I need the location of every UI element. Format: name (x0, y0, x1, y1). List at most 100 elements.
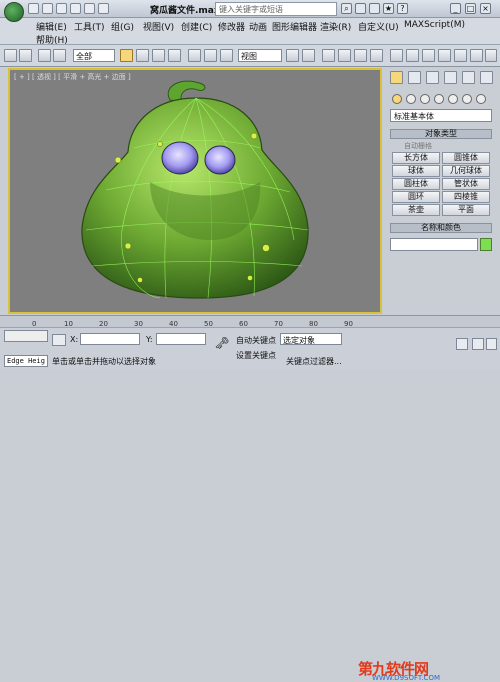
menu-maxscript[interactable]: MAXScript(M) (404, 20, 465, 30)
help-icon[interactable]: ? (397, 3, 408, 14)
right-eye (204, 145, 236, 175)
sphere-button[interactable]: 球体 (392, 165, 440, 177)
teapot-button[interactable]: 茶壶 (392, 204, 440, 216)
shapes-icon[interactable] (406, 94, 416, 104)
spinner-snap-icon[interactable] (370, 49, 383, 62)
tube-button[interactable]: 管状体 (442, 178, 490, 190)
edge-height-field[interactable]: Edge Heig (4, 355, 48, 367)
angle-snap-icon[interactable] (338, 49, 351, 62)
y-coordinate-input[interactable] (156, 333, 206, 345)
window-crossing-icon[interactable] (168, 49, 181, 62)
space-warps-icon[interactable] (462, 94, 472, 104)
close-icon[interactable]: × (480, 3, 491, 14)
search-icon[interactable]: ⌕ (341, 3, 352, 14)
align-icon[interactable] (406, 49, 419, 62)
box-button[interactable]: 长方体 (392, 152, 440, 164)
zoom-icon[interactable] (456, 338, 468, 350)
redo-button-icon[interactable] (19, 49, 32, 62)
systems-icon[interactable] (476, 94, 486, 104)
render-setup-icon[interactable] (470, 49, 483, 62)
selection-filter-dropdown[interactable]: 全部 (73, 49, 115, 62)
key-mode-icon[interactable]: 🗝 (212, 336, 232, 352)
cameras-icon[interactable] (434, 94, 444, 104)
select-link-icon[interactable] (38, 49, 51, 62)
curve-editor-icon[interactable] (438, 49, 451, 62)
status-prompt: 单击或单击并拖动以选择对象 (52, 357, 156, 366)
geometry-icon[interactable] (392, 94, 402, 104)
minimize-icon[interactable]: _ (450, 3, 461, 14)
torus-button[interactable]: 圆环 (392, 191, 440, 203)
utilities-tab-icon[interactable] (480, 71, 493, 84)
save-file-icon[interactable] (56, 3, 67, 14)
lights-icon[interactable] (420, 94, 430, 104)
main-toolbar: 全部 视图 (0, 45, 500, 67)
auto-key-button[interactable]: 自动关键点 (236, 335, 276, 346)
orbit-icon[interactable] (486, 338, 497, 350)
motion-tab-icon[interactable] (444, 71, 457, 84)
undo-button-icon[interactable] (4, 49, 17, 62)
hierarchy-tab-icon[interactable] (426, 71, 439, 84)
open-file-icon[interactable] (42, 3, 53, 14)
helpers-icon[interactable] (448, 94, 458, 104)
favorites-star-icon[interactable]: ★ (383, 3, 394, 14)
object-type-rollout[interactable]: 对象类型 (390, 129, 492, 139)
pumpkin-model[interactable] (10, 70, 380, 312)
watermark-url: WWW.D9SOFT.COM (372, 674, 440, 682)
autogrid-checkbox[interactable]: 自动栅格 (404, 141, 432, 151)
perspective-viewport[interactable]: [ + ] [ 透视 ] [ 平滑 + 高光 + 边面 ] (8, 68, 382, 314)
percent-snap-icon[interactable] (354, 49, 367, 62)
set-key-button[interactable]: 设置关键点 (236, 350, 276, 361)
maxscript-listener-icon[interactable] (4, 330, 48, 342)
layer-manager-icon[interactable] (422, 49, 435, 62)
plane-button[interactable]: 平面 (442, 204, 490, 216)
selected-objects-dropdown[interactable]: 选定对象 (280, 333, 342, 345)
rectangular-selection-icon[interactable] (152, 49, 165, 62)
window-title: 窝瓜酱文件.max (150, 6, 220, 16)
select-object-icon[interactable] (120, 49, 133, 62)
help-bar: 帮助(H) (0, 32, 500, 46)
select-manipulate-icon[interactable] (302, 49, 315, 62)
communication-center-icon[interactable] (369, 3, 380, 14)
use-pivot-center-icon[interactable] (286, 49, 299, 62)
select-by-name-icon[interactable] (136, 49, 149, 62)
redo-icon[interactable] (84, 3, 95, 14)
modify-tab-icon[interactable] (408, 71, 421, 84)
pyramid-button[interactable]: 四棱锥 (442, 191, 490, 203)
unlink-selection-icon[interactable] (53, 49, 66, 62)
display-tab-icon[interactable] (462, 71, 475, 84)
menu-bar: 编辑(E) 工具(T) 组(G) 视图(V) 创建(C) 修改器 动画 图形编辑… (0, 18, 500, 33)
select-and-rotate-icon[interactable] (204, 49, 217, 62)
project-folder-icon[interactable] (98, 3, 109, 14)
x-label: X: (70, 335, 79, 344)
object-name-input[interactable] (390, 238, 478, 251)
new-file-icon[interactable] (28, 3, 39, 14)
app-logo-icon[interactable] (4, 2, 24, 22)
undo-icon[interactable] (70, 3, 81, 14)
snaps-toggle-icon[interactable] (322, 49, 335, 62)
x-coordinate-input[interactable] (80, 333, 140, 345)
selection-lock-icon[interactable] (52, 334, 66, 346)
mirror-icon[interactable] (390, 49, 403, 62)
geosphere-button[interactable]: 几何球体 (442, 165, 490, 177)
cone-button[interactable]: 圆锥体 (442, 152, 490, 164)
title-bar: 窝瓜酱文件.max 键入关键字或短语 ⌕ ★ ? _ □ × (0, 0, 500, 18)
create-tab-icon[interactable] (390, 71, 403, 84)
pan-view-icon[interactable] (472, 338, 484, 350)
reference-coordinate-dropdown[interactable]: 视图 (238, 49, 282, 62)
render-teapot-icon[interactable] (485, 49, 497, 62)
object-color-swatch[interactable] (480, 238, 492, 251)
status-bar: Edge Heig X: Y: 单击或单击并拖动以选择对象 🗝 自动关键点 设置… (0, 327, 500, 682)
search-input[interactable]: 键入关键字或短语 (215, 2, 337, 16)
left-eye (161, 141, 199, 175)
name-color-rollout[interactable]: 名称和颜色 (390, 223, 492, 233)
maximize-icon[interactable]: □ (465, 3, 476, 14)
category-dropdown[interactable]: 标准基本体 (390, 109, 492, 122)
key-filters-button[interactable]: 关键点过滤器... (286, 356, 342, 367)
cylinder-button[interactable]: 圆柱体 (392, 178, 440, 190)
subscription-icon[interactable] (355, 3, 366, 14)
command-panel: 标准基本体 对象类型 自动栅格 长方体 圆锥体 球体 几何球体 圆柱体 管状体 … (386, 68, 496, 314)
select-and-move-icon[interactable] (188, 49, 201, 62)
time-trackbar[interactable]: 0 10 20 30 40 50 60 70 80 90 (0, 315, 500, 328)
select-and-scale-icon[interactable] (220, 49, 233, 62)
material-editor-icon[interactable] (454, 49, 467, 62)
